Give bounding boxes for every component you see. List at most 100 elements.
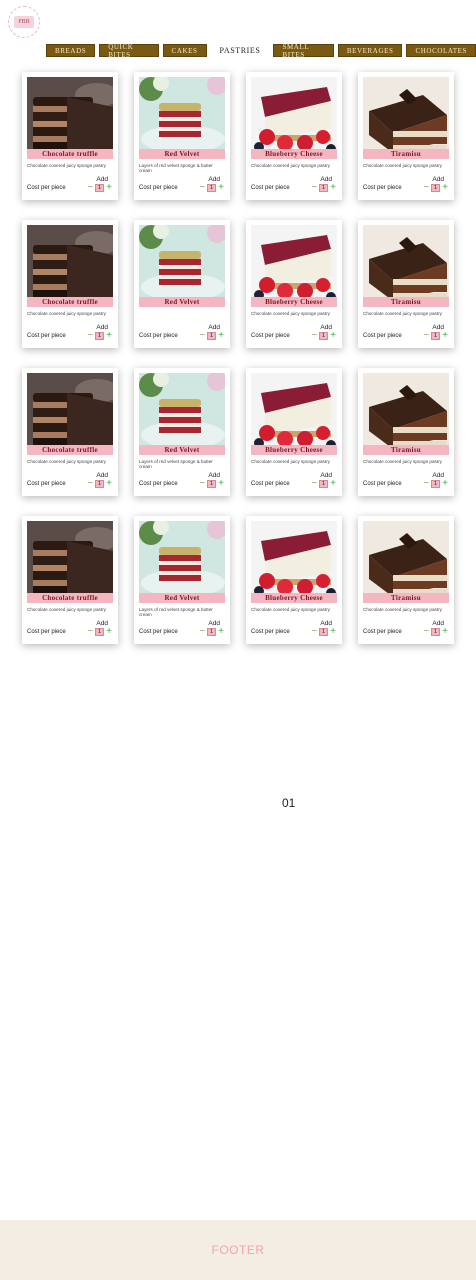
quantity-stepper: −1 + [423,627,448,637]
minus-icon[interactable]: − [199,183,205,193]
quantity-value[interactable]: 1 [431,480,441,488]
page-number[interactable]: 01 [282,796,295,810]
tab-quick-bites[interactable]: QUICK BITES [99,43,159,59]
quantity-value[interactable]: 1 [319,628,329,636]
product-card[interactable]: Red Velvet Layers of red velvet sponge & … [134,516,230,644]
quantity-value[interactable]: 1 [207,628,217,636]
plus-icon[interactable]: + [106,331,112,341]
plus-icon[interactable]: + [330,627,336,637]
product-description: Layers of red velvet sponge & butter cre… [139,163,213,174]
plus-icon[interactable]: + [442,183,448,193]
plus-icon[interactable]: + [106,627,112,637]
product-description: Chocolate covered juicy sponge pastry [251,311,330,316]
tab-chocolates[interactable]: CHOCOLATES [406,44,476,57]
minus-icon[interactable]: − [87,183,93,193]
quantity-value[interactable]: 1 [207,184,217,192]
product-card[interactable]: Blueberry Cheese Chocolate covered juicy … [246,72,342,200]
product-card[interactable]: Tiramisu Chocolate covered juicy sponge p… [358,72,454,200]
quantity-value[interactable]: 1 [95,184,105,192]
plus-icon[interactable]: + [442,627,448,637]
minus-icon[interactable]: − [311,183,317,193]
product-card[interactable]: Tiramisu Chocolate covered juicy sponge p… [358,516,454,644]
quantity-value[interactable]: 1 [95,628,105,636]
cost-label: Cost per piece [27,629,66,635]
product-name: Blueberry Cheese [251,445,337,455]
tab-small-bites[interactable]: SMALL BITES [273,43,334,59]
product-card[interactable]: Chocolate truffle Chocolate covered juicy… [22,368,118,496]
brand-logo[interactable]: FBB [8,6,40,38]
cost-label: Cost per piece [139,333,178,339]
quantity-value[interactable]: 1 [431,184,441,192]
quantity-value[interactable]: 1 [431,628,441,636]
minus-icon[interactable]: − [311,479,317,489]
quantity-value[interactable]: 1 [319,480,329,488]
quantity-value[interactable]: 1 [319,332,329,340]
logo-text: FBB [14,16,34,28]
cost-label: Cost per piece [363,185,402,191]
product-card[interactable]: Red Velvet Add Cost per piece −1 + [134,220,230,348]
product-name: Red Velvet [139,149,225,159]
minus-icon[interactable]: − [423,479,429,489]
minus-icon[interactable]: − [311,627,317,637]
blueberry-cheese-image [251,77,337,155]
cost-label: Cost per piece [363,629,402,635]
red-velvet-image [139,521,225,599]
product-card[interactable]: Chocolate truffle Chocolate covered juicy… [22,72,118,200]
plus-icon[interactable]: + [330,331,336,341]
minus-icon[interactable]: − [199,331,205,341]
plus-icon[interactable]: + [218,331,224,341]
product-card[interactable]: Blueberry Cheese Chocolate covered juicy … [246,220,342,348]
plus-icon[interactable]: + [218,479,224,489]
product-description: Chocolate covered juicy sponge pastry [363,459,442,464]
product-grid: Chocolate truffle Chocolate covered juicy… [22,72,454,644]
product-card[interactable]: Tiramisu Chocolate covered juicy sponge p… [358,368,454,496]
tab-pastries[interactable]: PASTRIES [211,44,270,57]
minus-icon[interactable]: − [87,479,93,489]
product-card[interactable]: Red Velvet Layers of red velvet sponge & … [134,368,230,496]
product-description: Chocolate covered juicy sponge pastry [27,607,106,612]
product-card[interactable]: Chocolate truffle Chocolate covered juicy… [22,220,118,348]
cost-label: Cost per piece [27,185,66,191]
chocolate-truffle-image [27,77,113,155]
plus-icon[interactable]: + [330,479,336,489]
plus-icon[interactable]: + [218,627,224,637]
product-card[interactable]: Tiramisu Chocolate covered juicy sponge p… [358,220,454,348]
quantity-value[interactable]: 1 [207,480,217,488]
minus-icon[interactable]: − [87,627,93,637]
minus-icon[interactable]: − [423,183,429,193]
minus-icon[interactable]: − [423,627,429,637]
minus-icon[interactable]: − [87,331,93,341]
product-card[interactable]: Blueberry Cheese Chocolate covered juicy … [246,516,342,644]
quantity-value[interactable]: 1 [431,332,441,340]
plus-icon[interactable]: + [442,331,448,341]
quantity-value[interactable]: 1 [95,332,105,340]
product-card[interactable]: Red Velvet Layers of red velvet sponge & … [134,72,230,200]
product-name: Tiramisu [363,593,449,603]
plus-icon[interactable]: + [106,183,112,193]
red-velvet-image [139,225,225,303]
tab-cakes[interactable]: CAKES [162,44,207,57]
blueberry-cheese-image [251,373,337,451]
red-velvet-image [139,373,225,451]
product-description: Chocolate covered juicy sponge pastry [27,163,106,168]
minus-icon[interactable]: − [199,479,205,489]
quantity-stepper: −1 + [423,183,448,193]
plus-icon[interactable]: + [330,183,336,193]
tab-breads[interactable]: BREADS [46,44,96,57]
product-card[interactable]: Blueberry Cheese Chocolate covered juicy … [246,368,342,496]
quantity-value[interactable]: 1 [207,332,217,340]
product-card[interactable]: Chocolate truffle Chocolate covered juicy… [22,516,118,644]
plus-icon[interactable]: + [218,183,224,193]
quantity-value[interactable]: 1 [95,480,105,488]
quantity-value[interactable]: 1 [319,184,329,192]
tab-beverages[interactable]: BEVERAGES [337,44,403,57]
minus-icon[interactable]: − [199,627,205,637]
product-description: Chocolate covered juicy sponge pastry [363,311,442,316]
minus-icon[interactable]: − [423,331,429,341]
product-name: Red Velvet [139,297,225,307]
plus-icon[interactable]: + [442,479,448,489]
plus-icon[interactable]: + [106,479,112,489]
tiramisu-image [363,225,449,303]
minus-icon[interactable]: − [311,331,317,341]
cost-label: Cost per piece [27,333,66,339]
